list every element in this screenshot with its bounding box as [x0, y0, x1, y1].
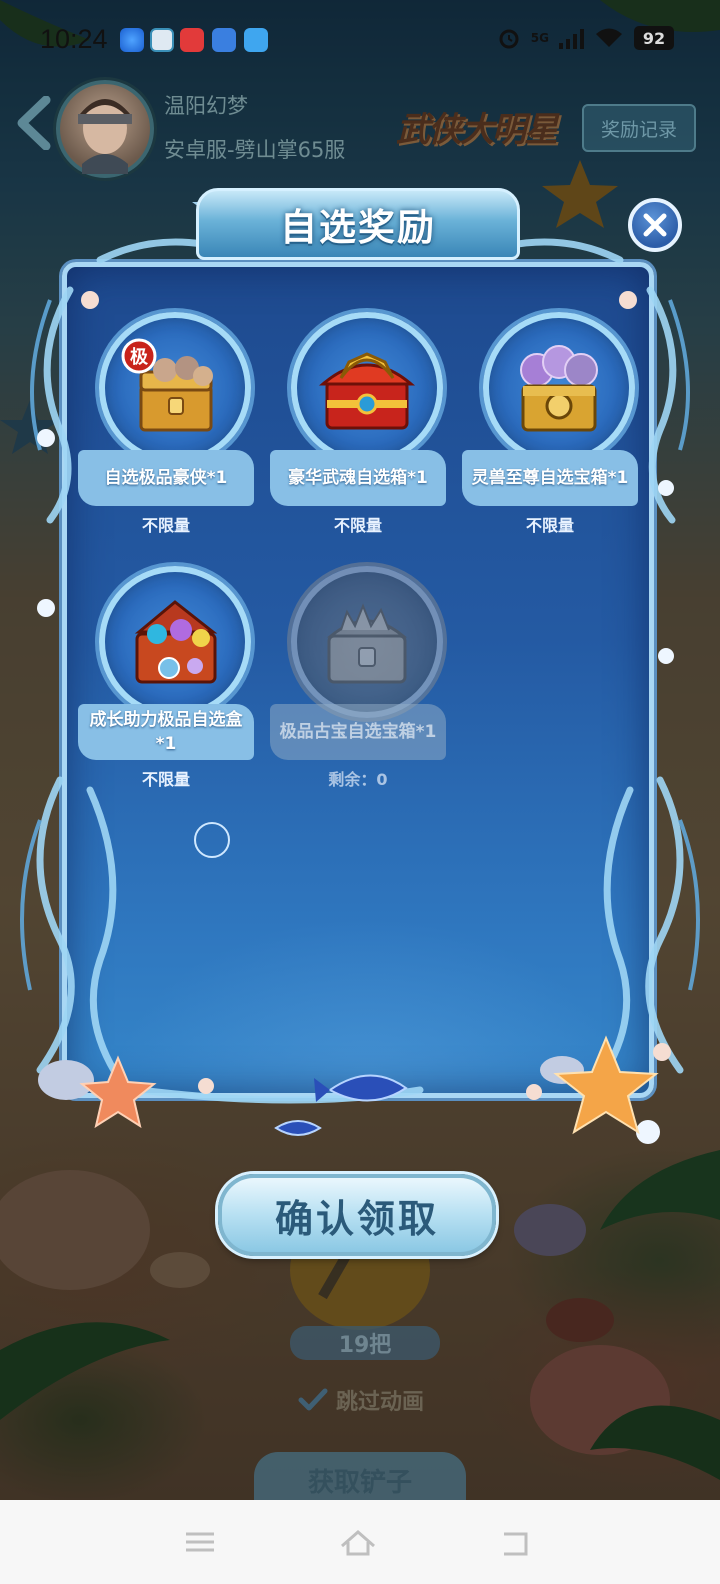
close-button[interactable]: [628, 198, 682, 252]
home-icon[interactable]: [338, 1522, 378, 1562]
status-bar: 10:24 5G 92: [0, 0, 720, 76]
skip-animation-label: 跳过动画: [336, 1390, 425, 1415]
confirm-claim-label: 确认领取: [274, 1196, 439, 1241]
reward-name: 灵兽至尊自选宝箱*1: [462, 450, 638, 506]
beast-chest-icon: [520, 345, 598, 432]
close-icon: [643, 213, 667, 237]
game-logo: 武侠大明星: [396, 110, 558, 150]
battery-indicator: 92: [634, 26, 674, 50]
wifi-icon: [596, 28, 622, 47]
get-shovel-button[interactable]: 获取铲子: [254, 1452, 466, 1500]
modal-title: 自选奖励: [280, 206, 436, 249]
files-app-icon: [212, 28, 236, 52]
menu-icon[interactable]: [180, 1522, 220, 1562]
player-name: 温阳幻梦: [164, 94, 248, 118]
get-shovel-label: 获取铲子: [307, 1468, 412, 1498]
skip-animation-toggle[interactable]: 跳过动画: [298, 1384, 424, 1416]
reward-name: 自选极品豪侠*1: [78, 450, 254, 506]
back-arrow-icon[interactable]: [14, 96, 54, 150]
player-avatar[interactable]: [56, 80, 154, 178]
modal-title-banner: 自选奖励: [196, 188, 520, 260]
reward-name: 豪华武魂自选箱*1: [270, 450, 446, 506]
weather-app-icon: [244, 28, 268, 52]
reward-limit: 不限量: [333, 516, 382, 535]
browser-app-icon: [120, 28, 144, 52]
reward-limit: 不限量: [525, 516, 574, 535]
status-right-cluster: 5G 92: [497, 26, 674, 50]
shovel-count: 19把: [290, 1326, 440, 1360]
reward-remaining: 剩余：0: [328, 770, 388, 789]
music-app-icon: [180, 28, 204, 52]
checkmark-icon: [298, 1388, 328, 1411]
treasure-chest-icon: [326, 603, 408, 684]
reward-name: 极品古宝自选宝箱*1: [270, 704, 446, 760]
reward-record-button[interactable]: 奖励记录: [582, 104, 696, 152]
growth-chest-icon: [134, 600, 218, 684]
back-icon[interactable]: [496, 1522, 536, 1562]
signal-icon: [559, 27, 584, 49]
dragon-chest-icon: [318, 352, 416, 430]
confirm-claim-button[interactable]: 确认领取: [218, 1174, 496, 1256]
reward-limit: 不限量: [141, 770, 190, 789]
gallery-app-icon: [150, 28, 174, 52]
server-name: 安卓服-劈山掌65服: [164, 138, 346, 162]
system-nav-bar: [0, 1500, 720, 1584]
alarm-icon: [499, 29, 519, 49]
hero-chest-icon: 极: [121, 338, 213, 432]
network-label: 5G: [530, 31, 549, 45]
avatar-portrait-icon: [78, 99, 132, 174]
reward-limit: 不限量: [141, 516, 190, 535]
hero-badge: 极: [130, 347, 149, 368]
reward-name: 成长助力极品自选盒*1: [78, 704, 254, 760]
status-time: 10:24: [40, 24, 108, 54]
